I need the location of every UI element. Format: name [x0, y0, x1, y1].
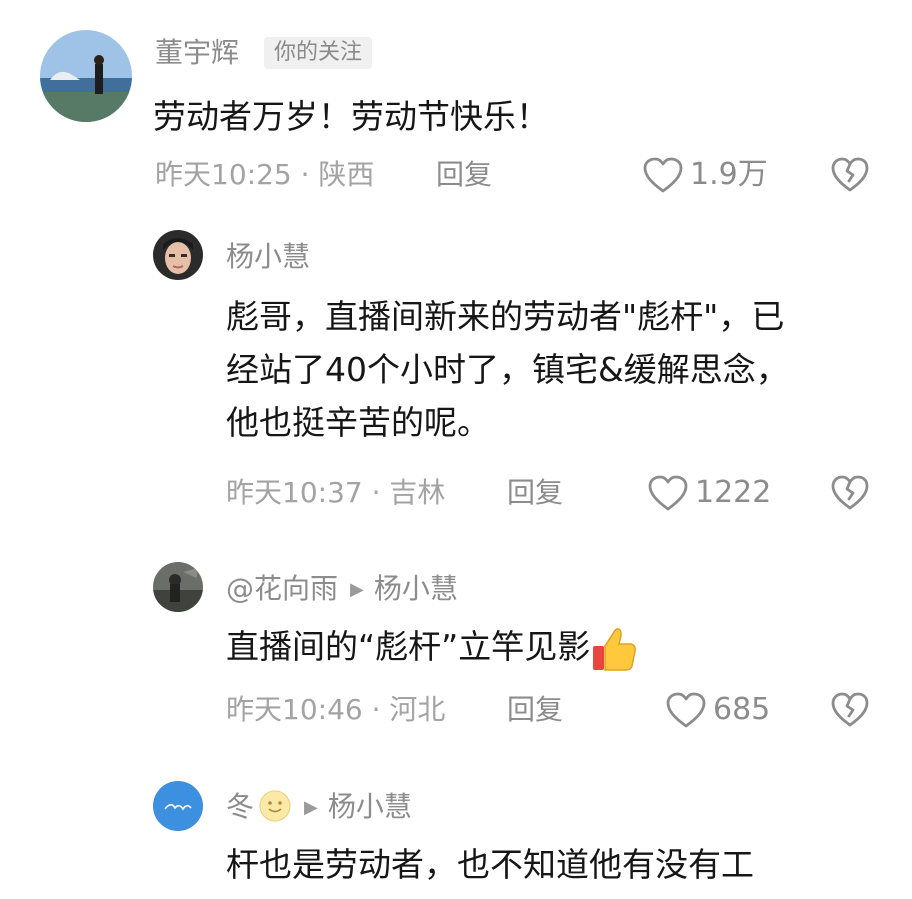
play-triangle-icon: ▶: [350, 579, 364, 600]
reply-button[interactable]: 回复: [507, 476, 563, 510]
avatar-photo-icon: [153, 781, 203, 831]
comment-author[interactable]: 董宇辉: [155, 36, 239, 70]
like-button[interactable]: 685: [665, 691, 770, 729]
comment-author[interactable]: 杨小慧: [226, 240, 310, 274]
broken-heart-icon: [831, 157, 869, 192]
watermark: [822, 863, 898, 885]
play-triangle-icon: ▶: [304, 797, 318, 818]
thumbs-up-emoji: [590, 624, 638, 674]
comment-author[interactable]: 冬: [226, 790, 254, 823]
comment-time-location: 昨天10:46 · 河北: [226, 693, 446, 726]
dislike-button[interactable]: [830, 474, 870, 512]
reply-button[interactable]: 回复: [507, 693, 563, 727]
comment-text-line: 彪哥，直播间新来的劳动者"彪杆"，已: [226, 297, 785, 336]
comment-text: 彪哥，直播间新来的劳动者"彪杆"，已 经站了40个小时了，镇宅&缓解思念， 他也…: [226, 290, 789, 449]
comment-text-line: 他也挺辛苦的呢。: [226, 403, 490, 442]
reply-to-author[interactable]: 杨小慧: [328, 790, 412, 823]
avatar-photo-icon: [40, 30, 132, 122]
comment-text-line: 经站了40个小时了，镇宅&缓解思念，: [226, 350, 789, 389]
avatar[interactable]: [153, 781, 203, 831]
avatar[interactable]: [40, 30, 132, 122]
comment-text-body: 直播间的“彪杆”立竿见影: [226, 627, 591, 666]
smiley-face-emoji: [258, 789, 292, 823]
like-button[interactable]: 1.9万: [642, 156, 768, 194]
avatar-photo-icon: [153, 562, 203, 612]
comment-time-location: 昨天10:37 · 吉林: [226, 476, 446, 509]
comment-time-location: 昨天10:25 · 陕西: [155, 158, 375, 191]
like-count: 685: [713, 692, 771, 727]
broken-heart-icon: [831, 475, 869, 510]
comment-author[interactable]: @花向雨: [226, 572, 338, 605]
dislike-button[interactable]: [830, 691, 870, 729]
heart-outline-icon: [643, 157, 683, 193]
comment-text: 劳动者万岁！劳动节快乐！: [153, 97, 549, 136]
reply-button[interactable]: 回复: [436, 158, 492, 192]
broken-heart-icon: [831, 692, 869, 727]
like-count: 1.9万: [690, 157, 768, 192]
reply-to-author[interactable]: 杨小慧: [374, 572, 458, 605]
heart-outline-icon: [648, 475, 688, 511]
avatar-photo-icon: [153, 230, 203, 280]
following-badge: 你的关注: [264, 37, 373, 69]
like-count: 1222: [695, 475, 772, 510]
comment-text: 杆也是劳动者，也不知道他有没有工: [226, 845, 754, 884]
comment-author-line: @花向雨 ▶ 杨小慧: [226, 572, 458, 610]
like-button[interactable]: 1222: [647, 474, 771, 512]
dislike-button[interactable]: [830, 156, 870, 194]
heart-outline-icon: [666, 692, 706, 728]
avatar[interactable]: [153, 562, 203, 612]
comment-text: 直播间的“彪杆”立竿见影: [226, 620, 638, 674]
avatar[interactable]: [153, 230, 203, 280]
comment-author-line: 冬 ▶ 杨小慧: [226, 790, 412, 828]
